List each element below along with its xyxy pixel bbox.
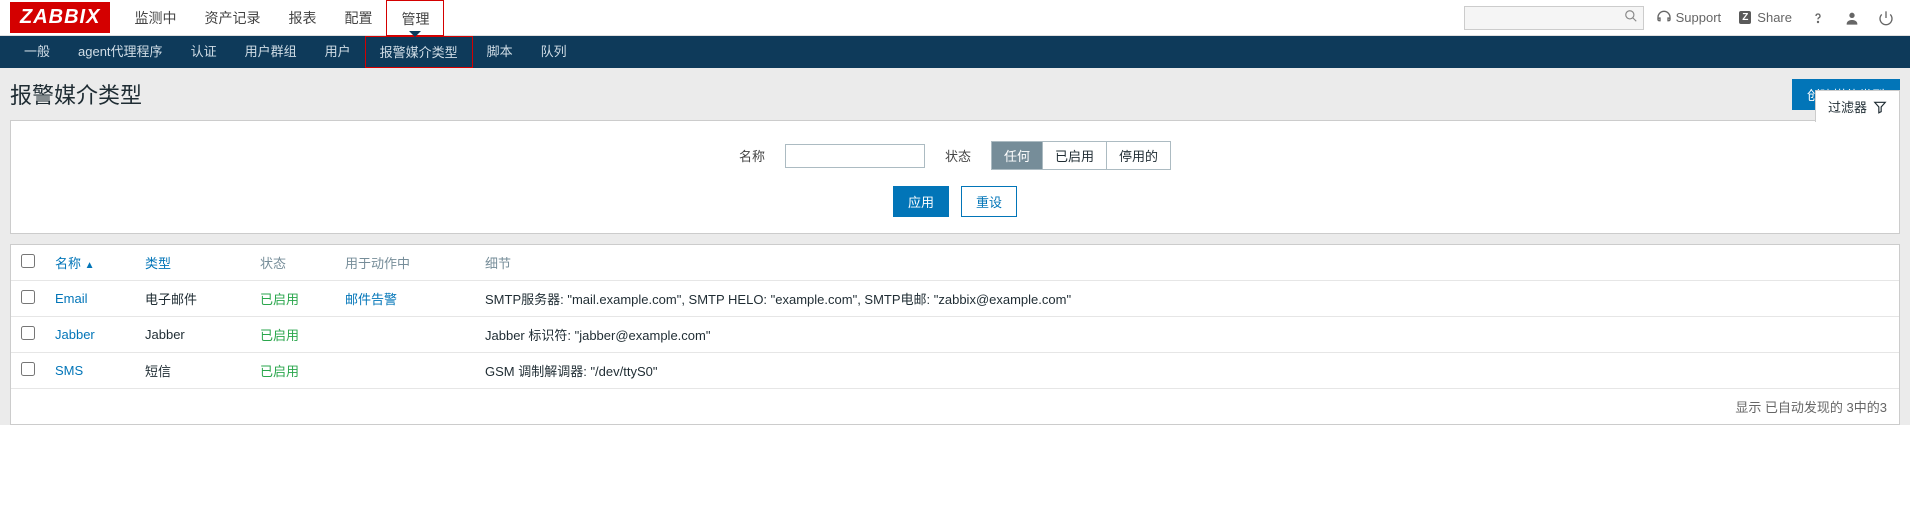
media-used-in-link[interactable]: 邮件告警 bbox=[345, 292, 397, 307]
main-nav-item[interactable]: 监测中 bbox=[120, 0, 190, 36]
filter-name-input[interactable] bbox=[785, 144, 925, 168]
filter-state-label: 状态 bbox=[945, 146, 971, 165]
col-used-in-header: 用于动作中 bbox=[335, 245, 475, 281]
share-badge-icon: Z bbox=[1739, 11, 1751, 24]
sub-nav-item[interactable]: agent代理程序 bbox=[64, 36, 177, 68]
media-type-cell: 电子邮件 bbox=[135, 281, 250, 317]
media-used-in-cell bbox=[335, 353, 475, 389]
user-icon[interactable] bbox=[1838, 6, 1866, 30]
filter-row: 名称 状态 任何 已启用 停用的 bbox=[11, 141, 1899, 170]
main-nav-item[interactable]: 资产记录 bbox=[190, 0, 274, 36]
logo[interactable]: ZABBIX bbox=[10, 2, 110, 33]
table-row: SMS 短信 已启用 GSM 调制解调器: "/dev/ttyS0" bbox=[11, 353, 1899, 389]
sub-nav: 一般 agent代理程序 认证 用户群组 用户 报警媒介类型 脚本 队列 bbox=[0, 36, 1910, 68]
sub-nav-item[interactable]: 认证 bbox=[177, 36, 231, 68]
filter-state-option[interactable]: 任何 bbox=[992, 142, 1043, 169]
filter-container: 过滤器 名称 状态 任何 已启用 停用的 应用 重设 bbox=[10, 120, 1900, 234]
filter-state-segmented: 任何 已启用 停用的 bbox=[991, 141, 1171, 170]
global-search-input[interactable] bbox=[1464, 6, 1644, 30]
filter-panel: 名称 状态 任何 已启用 停用的 应用 重设 bbox=[10, 120, 1900, 234]
filter-state-option[interactable]: 停用的 bbox=[1107, 142, 1170, 169]
sub-nav-item[interactable]: 用户群组 bbox=[231, 36, 311, 68]
filter-toggle-tab[interactable]: 过滤器 bbox=[1815, 90, 1900, 122]
filter-name-label: 名称 bbox=[739, 146, 765, 165]
media-type-table: 名称 ▲ 类型 状态 用于动作中 细节 Email 电子邮件 已启用 邮件告警 … bbox=[11, 245, 1899, 389]
media-type-table-panel: 名称 ▲ 类型 状态 用于动作中 细节 Email 电子邮件 已启用 邮件告警 … bbox=[10, 244, 1900, 425]
main-nav-item[interactable]: 报表 bbox=[274, 0, 330, 36]
sub-nav-item[interactable]: 用户 bbox=[311, 36, 365, 68]
media-status-link[interactable]: 已启用 bbox=[260, 364, 299, 379]
table-row: Jabber Jabber 已启用 Jabber 标识符: "jabber@ex… bbox=[11, 317, 1899, 353]
select-all-checkbox[interactable] bbox=[21, 254, 35, 268]
main-nav: 监测中 资产记录 报表 配置 管理 bbox=[120, 0, 444, 36]
share-link[interactable]: Z Share bbox=[1733, 6, 1798, 29]
filter-apply-button[interactable]: 应用 bbox=[893, 186, 949, 217]
media-name-link[interactable]: Email bbox=[55, 291, 88, 306]
main-nav-item[interactable]: 配置 bbox=[330, 0, 386, 36]
col-type-header[interactable]: 类型 bbox=[135, 245, 250, 281]
row-checkbox[interactable] bbox=[21, 326, 35, 340]
row-checkbox[interactable] bbox=[21, 362, 35, 376]
media-detail-cell: SMTP服务器: "mail.example.com", SMTP HELO: … bbox=[475, 281, 1899, 317]
media-detail-cell: GSM 调制解调器: "/dev/ttyS0" bbox=[475, 353, 1899, 389]
sub-nav-item[interactable]: 队列 bbox=[527, 36, 581, 68]
content: 报警媒介类型 创建媒体类型 过滤器 名称 状态 任何 已启用 停用的 应用 bbox=[0, 68, 1910, 425]
page-header: 报警媒介类型 创建媒体类型 bbox=[10, 78, 1900, 110]
power-icon[interactable] bbox=[1872, 6, 1900, 30]
support-label: Support bbox=[1676, 10, 1722, 25]
col-name-label: 名称 bbox=[55, 256, 81, 271]
media-name-link[interactable]: Jabber bbox=[55, 327, 95, 342]
media-name-link[interactable]: SMS bbox=[55, 363, 83, 378]
media-used-in-cell bbox=[335, 317, 475, 353]
top-header: ZABBIX 监测中 资产记录 报表 配置 管理 Support Z Share bbox=[0, 0, 1910, 36]
col-name-header[interactable]: 名称 ▲ bbox=[45, 245, 135, 281]
col-status-header: 状态 bbox=[250, 245, 335, 281]
table-footer: 显示 已自动发现的 3中的3 bbox=[11, 389, 1899, 424]
table-row: Email 电子邮件 已启用 邮件告警 SMTP服务器: "mail.examp… bbox=[11, 281, 1899, 317]
media-status-link[interactable]: 已启用 bbox=[260, 292, 299, 307]
global-search-wrap bbox=[1464, 6, 1644, 30]
sub-nav-item[interactable]: 脚本 bbox=[473, 36, 527, 68]
media-type-cell: Jabber bbox=[135, 317, 250, 353]
main-nav-item-active[interactable]: 管理 bbox=[386, 0, 444, 36]
media-type-cell: 短信 bbox=[135, 353, 250, 389]
filter-tab-label: 过滤器 bbox=[1828, 97, 1867, 116]
row-checkbox[interactable] bbox=[21, 290, 35, 304]
filter-actions: 应用 重设 bbox=[11, 186, 1899, 217]
search-icon[interactable] bbox=[1624, 9, 1638, 23]
share-label: Share bbox=[1757, 10, 1792, 25]
top-right: Support Z Share bbox=[1464, 6, 1900, 30]
headset-icon bbox=[1656, 10, 1672, 26]
sub-nav-item[interactable]: 一般 bbox=[10, 36, 64, 68]
media-detail-cell: Jabber 标识符: "jabber@example.com" bbox=[475, 317, 1899, 353]
col-detail-header: 细节 bbox=[475, 245, 1899, 281]
filter-reset-button[interactable]: 重设 bbox=[961, 186, 1017, 217]
filter-icon bbox=[1873, 100, 1887, 114]
sort-asc-icon: ▲ bbox=[85, 260, 95, 271]
support-link[interactable]: Support bbox=[1650, 6, 1728, 30]
page-title: 报警媒介类型 bbox=[10, 78, 142, 110]
filter-state-option[interactable]: 已启用 bbox=[1043, 142, 1107, 169]
media-status-link[interactable]: 已启用 bbox=[260, 328, 299, 343]
help-icon[interactable] bbox=[1804, 6, 1832, 30]
table-header-row: 名称 ▲ 类型 状态 用于动作中 细节 bbox=[11, 245, 1899, 281]
